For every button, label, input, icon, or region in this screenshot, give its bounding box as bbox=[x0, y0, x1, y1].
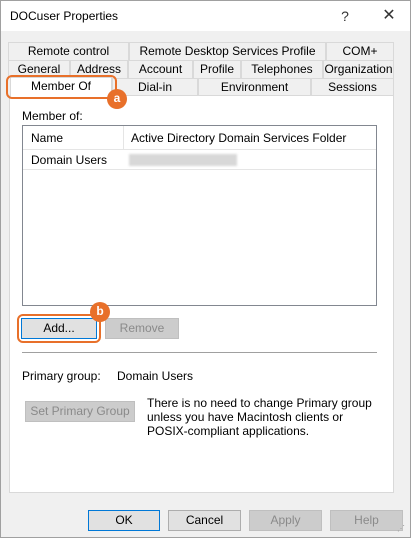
tab-organization[interactable]: Organization bbox=[323, 60, 394, 78]
member-of-label: Member of: bbox=[22, 109, 83, 123]
tab-member-of[interactable]: Member Of bbox=[10, 77, 112, 97]
primary-group-note: There is no need to change Primary group… bbox=[147, 396, 372, 438]
tab-general[interactable]: General bbox=[8, 60, 70, 78]
tab-environment[interactable]: Environment bbox=[198, 78, 311, 96]
member-of-list[interactable]: Name Active Directory Domain Services Fo… bbox=[22, 125, 377, 306]
resize-grip-icon[interactable]: ⋰ bbox=[397, 524, 407, 534]
close-icon[interactable]: ✕ bbox=[377, 5, 401, 27]
tab-sessions[interactable]: Sessions bbox=[311, 78, 394, 96]
ok-button[interactable]: OK bbox=[88, 510, 160, 531]
list-item-name: Domain Users bbox=[31, 153, 108, 167]
tab-profile[interactable]: Profile bbox=[193, 60, 241, 78]
cancel-button[interactable]: Cancel bbox=[168, 510, 241, 531]
column-header-name[interactable]: Name bbox=[23, 126, 123, 150]
tab-remote-desktop-services-profile[interactable]: Remote Desktop Services Profile bbox=[129, 42, 326, 60]
separator bbox=[22, 352, 377, 353]
annotation-marker-a: a bbox=[107, 89, 127, 109]
remove-button[interactable]: Remove bbox=[105, 318, 179, 339]
tab-address[interactable]: Address bbox=[70, 60, 128, 78]
annotation-marker-b: b bbox=[90, 302, 110, 322]
apply-button[interactable]: Apply bbox=[249, 510, 322, 531]
set-primary-group-button[interactable]: Set Primary Group bbox=[25, 401, 135, 422]
help-button[interactable]: Help bbox=[330, 510, 403, 531]
list-item[interactable]: Domain Users bbox=[23, 150, 376, 170]
tab-telephones[interactable]: Telephones bbox=[241, 60, 323, 78]
list-header: Name Active Directory Domain Services Fo… bbox=[23, 126, 376, 150]
tab-account[interactable]: Account bbox=[128, 60, 193, 78]
column-header-folder[interactable]: Active Directory Domain Services Folder bbox=[123, 126, 376, 150]
tab-com-plus[interactable]: COM+ bbox=[326, 42, 394, 60]
properties-dialog: DOCuser Properties ? ✕ Remote control Re… bbox=[0, 0, 411, 538]
redacted-folder-path bbox=[129, 154, 237, 166]
primary-group-value: Domain Users bbox=[117, 369, 194, 383]
primary-group-label: Primary group: bbox=[22, 369, 101, 383]
add-button[interactable]: Add... bbox=[21, 318, 97, 339]
tab-remote-control[interactable]: Remote control bbox=[8, 42, 129, 60]
help-icon[interactable]: ? bbox=[333, 5, 357, 27]
title-bar: DOCuser Properties ? ✕ bbox=[1, 1, 410, 31]
window-title: DOCuser Properties bbox=[10, 9, 119, 23]
